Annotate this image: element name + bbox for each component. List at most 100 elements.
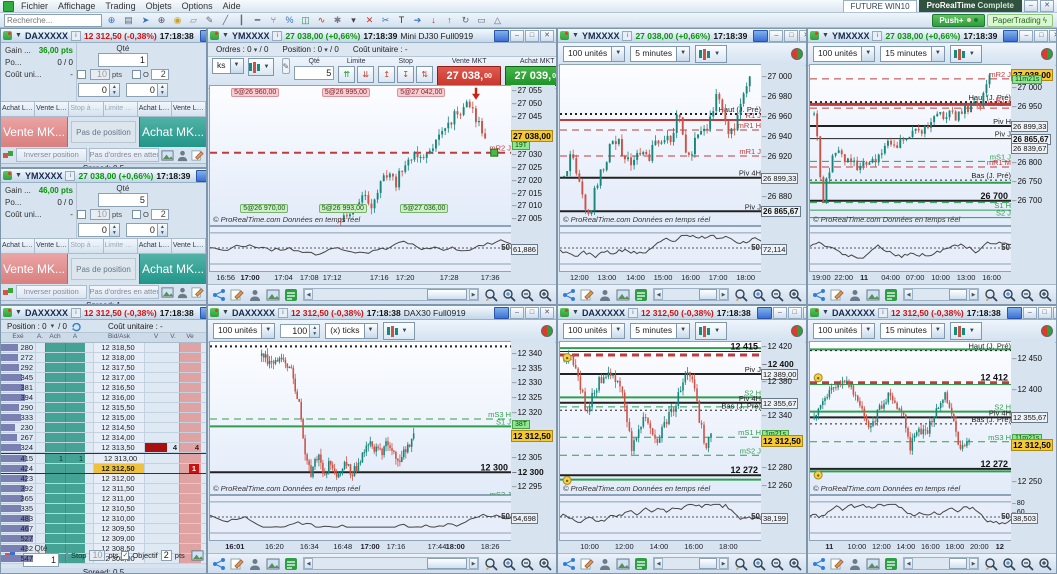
zoom-draw-icon[interactable] [983,287,999,302]
trader-icon[interactable] [247,556,263,571]
price-chart[interactable]: mS3 HS1 J12 300mS2 J [210,342,514,496]
indicator-pane[interactable]: 50 [809,226,1015,272]
tick-count-stepper[interactable]: 100 ▲ ▼ [280,324,321,338]
price-chart[interactable]: mR2 JHaut (J. Pré)R1 JmR1 HPiv HPiv JmS1… [810,65,1014,227]
scroll-thumb[interactable] [426,558,467,569]
sell-limit-button[interactable]: ⇊ [357,66,375,83]
account-icon[interactable] [1041,325,1053,337]
snapshot-icon[interactable] [615,556,631,571]
order-button[interactable]: Achat LM... [1,239,36,253]
price-cell[interactable]: 12 318,50 [93,343,145,352]
scroll-right-icon[interactable]: ▶ [469,289,478,300]
ladder-row[interactable]: 424 12 312,50 1 [1,464,206,474]
menu-affichage[interactable]: Affichage [53,1,100,11]
hand-icon[interactable]: ✱ [330,13,345,27]
minimize-button[interactable]: – [510,29,524,42]
ladder-row[interactable]: 335 12 310,50 [1,504,206,514]
buy-stop-button[interactable]: ↥ [378,66,396,83]
order-button[interactable]: Achat LM... [137,102,172,116]
indicator-pane[interactable]: 50 [809,495,1015,541]
order-qty-field[interactable]: 5 [294,66,335,80]
ladder-row[interactable]: 333 12 315,00 [1,413,206,423]
qty-field[interactable]: 1 [97,53,148,67]
edit-chart-icon[interactable] [829,287,845,302]
ladder-row[interactable]: 230 12 314,50 [1,423,206,433]
scroll-left-icon[interactable]: ◀ [654,558,663,569]
order-button[interactable]: Vente LM... [35,239,70,253]
price-chart[interactable]: 12 415Piv JS2 HPiv 4HBas (J. Pré)mS1 HmS… [560,342,764,496]
minimize-button[interactable]: – [1019,29,1034,42]
chevron-down-icon[interactable]: ▼ [572,32,579,39]
pattern-icon[interactable]: ◫ [298,13,313,27]
zoom-out-icon[interactable] [519,556,535,571]
zoom-out-icon[interactable] [769,287,785,302]
zoom-out-icon[interactable] [1019,556,1035,571]
chart-check-icon[interactable] [191,549,204,561]
chevron-down-icon[interactable]: ▼ [15,172,22,179]
edit-chart-icon[interactable] [829,556,845,571]
price-cell[interactable]: 12 312,00 [93,474,145,483]
dropdown[interactable]: 100 unités ▼ [813,323,876,339]
zoom-in-icon[interactable] [537,287,553,302]
print-icon[interactable]: ▤ [121,13,136,27]
stop-pts-field[interactable]: 10 [89,549,106,561]
buy-market-button[interactable]: 27 039,00 [505,66,556,86]
ladder-row[interactable]: 280 12 318,50 [1,343,206,353]
objective-pts-field[interactable]: 2 [150,69,169,80]
list-icon[interactable] [633,556,649,571]
zoom-draw-icon[interactable] [733,287,749,302]
dropdown[interactable]: 100 unités ▼ [563,46,626,62]
zoom-in-icon[interactable] [787,556,803,571]
price-stepper-2[interactable]: 0 ▲ ▼ [125,223,168,237]
price-cell[interactable]: 12 318,00 [93,353,145,362]
monitor-icon[interactable] [199,306,206,319]
price-cell[interactable]: 12 315,50 [93,403,145,412]
scroll-right-icon[interactable]: ▶ [969,558,978,569]
stop-pts-field[interactable]: 10 [89,69,110,80]
maximize-button[interactable]: □ [787,306,802,319]
scroll-right-icon[interactable]: ▶ [469,558,478,569]
info-icon[interactable]: i [70,307,81,318]
dropdown[interactable]: 100 unités ▼ [563,323,626,339]
link-icon[interactable] [3,287,14,298]
ladder-row[interactable]: 290 12 315,50 [1,403,206,413]
price-cell[interactable]: 12 313,50 [93,443,145,452]
indicator-pane[interactable]: 50 [209,495,515,541]
chart-plot-area[interactable]: mR2 J 5@26 960,00 5@26 995,00 5@27 042,00 5@… [209,85,514,226]
order-button[interactable]: Vente LM... [171,102,206,116]
chart-scrollbar[interactable]: ◀ ▶ [303,557,479,570]
reverse-position-button[interactable]: Inverser position [16,285,87,299]
account-icon[interactable] [541,325,553,337]
monitor-icon[interactable] [1006,306,1022,319]
order-button[interactable]: Achat LM... [1,102,36,116]
chart-check-icon[interactable] [161,149,174,161]
zoom-draw-icon[interactable] [733,556,749,571]
list-icon[interactable] [283,556,299,571]
close-button[interactable]: ✕ [802,306,806,319]
zoom-in-icon[interactable] [787,287,803,302]
info-icon[interactable]: i [272,30,283,41]
zoom-auto-icon[interactable] [751,287,767,302]
sell-market-button[interactable]: 27 038, 00 [437,66,502,86]
edit-chart-icon[interactable] [229,556,245,571]
zoom-auto-icon[interactable] [1001,556,1017,571]
monitor-icon[interactable] [756,306,772,319]
ladder-row[interactable]: 324 12 313,50 4 4 [1,443,206,453]
share-icon[interactable] [561,287,577,302]
checkbox[interactable] [76,70,86,79]
maximize-button[interactable]: □ [1037,306,1052,319]
minimize-button[interactable]: – [1024,0,1038,12]
ladder-row[interactable]: 394 12 316,00 [1,393,206,403]
ladder-row[interactable]: 467 12 309,50 [1,524,206,534]
zoom-auto-icon[interactable] [1001,287,1017,302]
menu-aide[interactable]: Aide [218,1,246,11]
dropdown[interactable]: 5 minutes ▼ [630,46,691,62]
sell-market-button[interactable]: Vente MK... [1,254,68,284]
zoom-auto-icon[interactable] [751,556,767,571]
order-button[interactable]: Achat LM... [137,239,172,253]
chevron-down-icon[interactable]: ▼ [822,309,829,316]
monitor-icon[interactable] [196,169,206,182]
trash-icon[interactable]: ▾ [346,13,361,27]
minimize-button[interactable]: – [1022,306,1037,319]
hline-icon[interactable]: ━ [250,13,265,27]
